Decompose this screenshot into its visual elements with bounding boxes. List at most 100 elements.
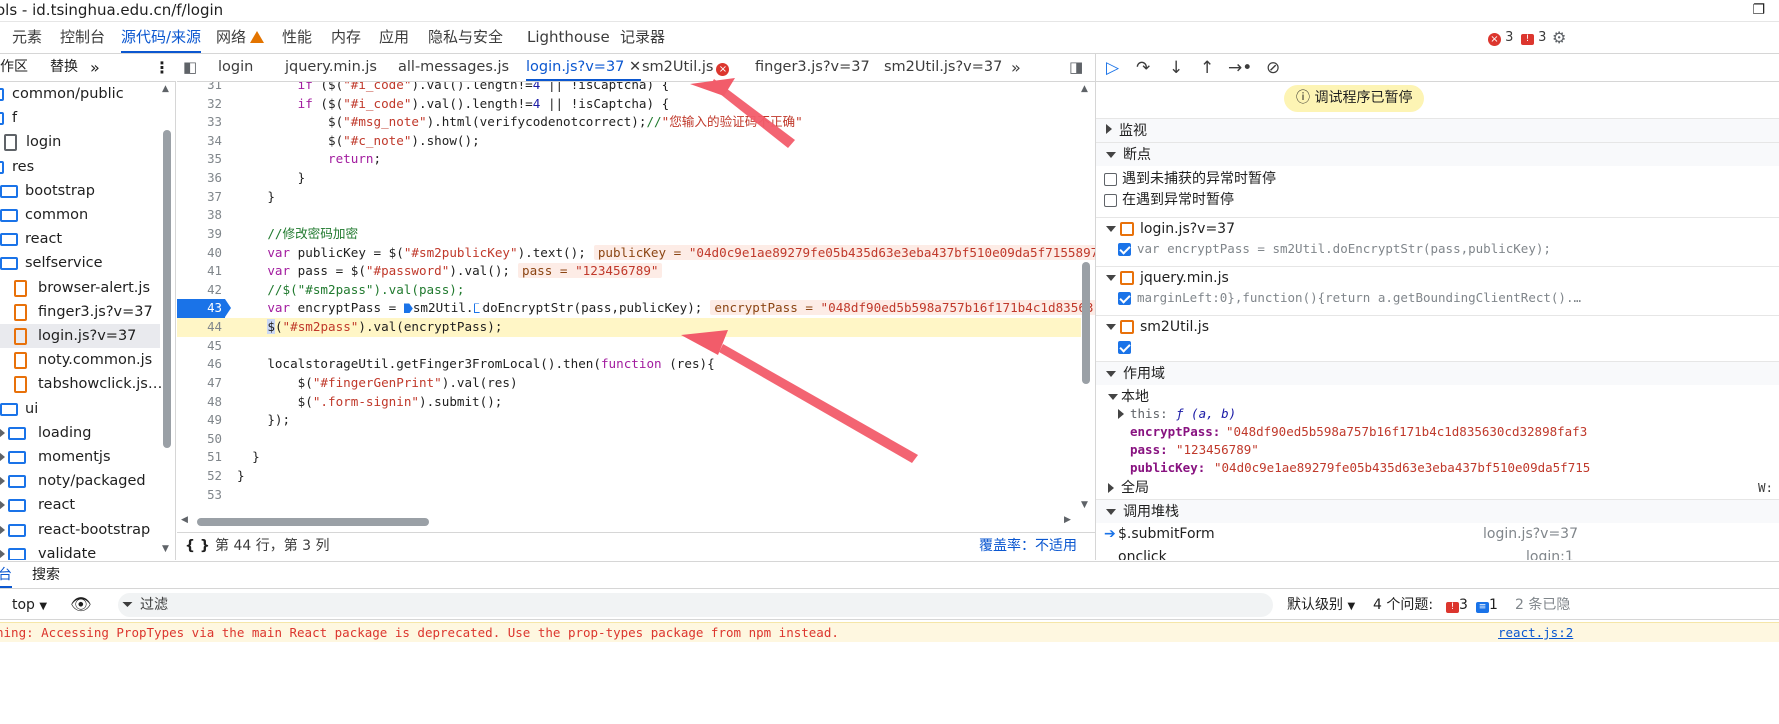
tab-console[interactable]: 控制台 [60,22,105,53]
line-number[interactable]: 53 [177,486,222,505]
resume-icon[interactable]: ▷ [1106,58,1119,78]
editor-tab-all-messages[interactable]: all-messages.js [398,54,509,81]
code-horizontal-scrollbar[interactable]: ◀ ▶ [177,514,1095,530]
scrollbar-thumb[interactable] [1082,262,1090,384]
warning-source-link[interactable]: react.js:2 [1494,623,1574,642]
line-number[interactable]: 48 [177,393,222,412]
tree-item[interactable]: loading [0,421,160,445]
line-number[interactable]: 44 [177,318,222,337]
tree-item[interactable]: momentjs [0,445,160,469]
code-line[interactable]: 46 localstorageUtil.getFinger3FromLocal(… [177,355,1081,374]
code-line[interactable]: 38 [177,206,1081,225]
scroll-left-icon[interactable]: ◀ [181,515,188,525]
log-level-selector[interactable]: 默认级别 ▼ [1287,590,1355,622]
expand-arrow-icon[interactable] [0,427,5,438]
tree-item[interactable]: selfservice [0,251,160,275]
line-number[interactable]: 37 [177,188,222,207]
tree-item[interactable]: ui [0,397,160,421]
line-number[interactable]: 52 [177,467,222,486]
tree-item[interactable]: login [0,130,160,154]
breakpoint-row[interactable]: marginLeft:0},function(){return a.getBou… [1096,287,1779,309]
breakpoint-line-number[interactable]: 43 [177,299,231,319]
breakpoint-checkbox[interactable] [1118,341,1131,354]
eye-icon[interactable]: 👁 [70,590,92,620]
code-line[interactable]: 37 } [177,188,1081,207]
code-line[interactable]: 47 $("#fingerGenPrint").val(res) [177,374,1081,393]
scrollbar-thumb[interactable] [163,130,171,448]
scrollbar-thumb[interactable] [197,518,429,526]
tree-item[interactable]: browser-alert.js [0,276,160,300]
code-line[interactable]: 48 $(".form-signin").submit(); [177,393,1081,412]
maximize-icon[interactable]: ❐ [1752,0,1765,20]
drawer-tab-search[interactable]: 搜索 [32,562,60,589]
tree-item[interactable]: f [0,106,160,130]
callstack-frame[interactable]: onclick login:1 [1096,546,1779,560]
tree-item[interactable]: login.js?v=37 [0,324,160,348]
expand-arrow-icon[interactable] [0,452,5,462]
code-line[interactable]: 43 var encryptPass = sm2Util. doEncryptSt… [177,299,1095,319]
code-line[interactable]: 44 $("#sm2pass").val(encryptPass); [177,318,1081,337]
editor-tab-sm2util[interactable]: sm2Util.js × [642,54,730,81]
breakpoint-file-login[interactable]: login.js?v=37 [1096,217,1779,239]
code-editor[interactable]: 31 if ($("#i_code").val().length!=4 || !… [177,82,1095,514]
tab-performance[interactable]: 性能 [282,22,312,53]
code-line[interactable]: 35 return; [177,150,1081,169]
tree-item[interactable]: validate [0,542,160,560]
more-options-icon[interactable]: ⋮ [154,54,170,81]
more-editor-tabs-icon[interactable]: » [1011,54,1021,81]
tab-recorder[interactable]: 记录器 [620,22,665,53]
code-line[interactable]: 52} [177,467,1081,486]
message-count[interactable]: ! 3 [1521,22,1546,53]
code-line[interactable]: 49 }); [177,411,1081,430]
line-number[interactable]: 35 [177,150,222,169]
scope-var[interactable]: encryptPass: "048df90ed5b598a757b16f171b4… [1096,423,1779,441]
code-vertical-scrollbar[interactable]: ▲ ▼ [1080,82,1094,514]
code-line[interactable]: 50 [177,430,1081,449]
tab-privacy-security[interactable]: 隐私与安全 [428,22,503,53]
breakpoint-checkbox[interactable] [1118,292,1131,305]
line-number[interactable]: 46 [177,355,222,374]
tree-item[interactable]: res [0,155,160,179]
tab-elements[interactable]: 元素 [12,22,42,53]
breakpoint-file-jquery[interactable]: jquery.min.js [1096,266,1779,288]
tab-network[interactable]: 网络 [216,22,265,53]
deactivate-breakpoints-icon[interactable]: ⊘ [1266,58,1280,78]
toggle-navigator-icon[interactable]: ◧ [183,54,197,81]
tree-item[interactable]: react [0,227,160,251]
tree-item[interactable]: react [0,493,160,517]
code-line[interactable]: 31 if ($("#i_code").val().length!=4 || !… [177,82,1081,95]
tab-overrides[interactable]: 替换 [50,54,78,81]
editor-tab-jquery[interactable]: jquery.min.js [285,54,377,81]
code-line[interactable]: 34 $("#c_note").show(); [177,132,1081,151]
line-number[interactable]: 33 [177,113,222,132]
section-watch[interactable]: 监视 [1096,118,1779,142]
tab-memory[interactable]: 内存 [331,22,361,53]
code-line[interactable]: 53 [177,486,1081,505]
line-number[interactable]: 31 [177,82,222,95]
callstack-frame[interactable]: ➔ $.submitForm login.js?v=37 [1096,523,1779,546]
file-tree-scrollbar[interactable]: ▲ ▼ [162,82,174,560]
code-line[interactable]: 39 //修改密码加密 [177,225,1081,244]
pause-uncaught-checkbox[interactable] [1104,173,1117,186]
tree-item[interactable]: react-bootstrap [0,518,160,542]
tree-item[interactable]: finger3.js?v=37 [0,300,160,324]
editor-tab-login[interactable]: login [218,54,253,81]
scope-var[interactable]: publicKey: "04d0c9e1ae89279fe05b435d63e3e… [1096,459,1779,477]
scope-this[interactable]: this: ƒ (a, b) [1096,405,1779,423]
section-callstack[interactable]: 调用堆栈 [1096,499,1779,523]
expand-arrow-icon[interactable] [0,476,5,487]
code-line[interactable]: 33 $("#msg_note").html(verifycodenotcorr… [177,113,1081,132]
tab-application[interactable]: 应用 [379,22,409,53]
toggle-debugger-icon[interactable]: ◨ [1069,54,1083,81]
breakpoint-row[interactable] [1096,336,1779,358]
step-icon[interactable]: →• [1228,58,1252,78]
scope-global[interactable]: 全局 W: [1096,477,1779,499]
code-line[interactable]: 40 var publicKey = $("#sm2publicKey").te… [177,244,1095,263]
scroll-down-icon[interactable]: ▼ [1081,500,1088,510]
line-number[interactable]: 38 [177,206,222,225]
section-breakpoints[interactable]: 断点 [1096,142,1779,166]
line-number[interactable]: 36 [177,169,222,188]
expand-arrow-icon[interactable] [0,548,5,559]
tab-lighthouse[interactable]: Lighthouse [527,22,610,53]
close-tab-icon[interactable]: ✕ [629,59,641,75]
